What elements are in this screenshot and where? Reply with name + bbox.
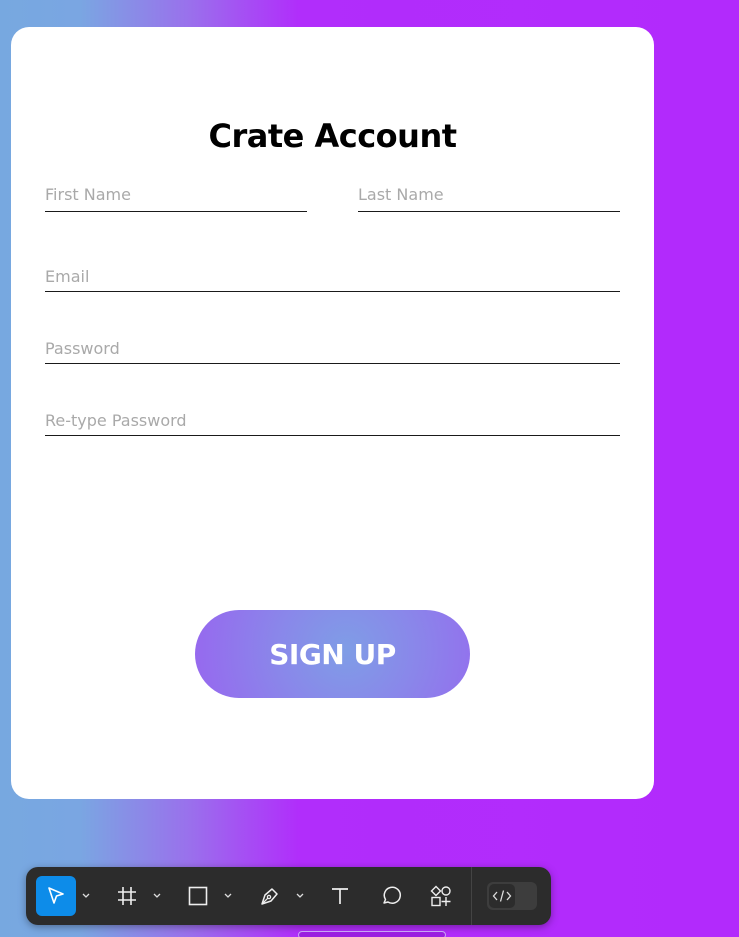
home-indicator (298, 931, 446, 937)
first-name-field[interactable] (45, 182, 307, 206)
move-icon (48, 887, 64, 904)
comment-icon (383, 886, 401, 904)
frame-tool-button[interactable] (107, 876, 147, 916)
actions-icon (430, 885, 451, 907)
text-tool-button[interactable] (320, 876, 360, 916)
last-name-underline (358, 211, 620, 212)
dev-mode-toggle[interactable] (487, 882, 537, 910)
email-field[interactable] (45, 264, 620, 288)
actions-tool-button[interactable] (421, 876, 461, 916)
chevron-down-icon (82, 893, 90, 898)
chevron-down-icon (153, 893, 161, 898)
move-tool-dropdown[interactable] (79, 876, 93, 916)
move-tool-button[interactable] (36, 876, 76, 916)
toolbar-divider (471, 867, 472, 925)
code-icon (492, 890, 512, 902)
frame-icon (118, 887, 136, 905)
retype-password-underline (45, 435, 620, 436)
retype-password-field[interactable] (45, 408, 620, 432)
text-icon (332, 888, 348, 904)
rectangle-tool-dropdown[interactable] (221, 876, 235, 916)
first-name-underline (45, 211, 307, 212)
comment-tool-button[interactable] (371, 876, 411, 916)
rectangle-tool-button[interactable] (178, 876, 218, 916)
design-toolbar (26, 867, 551, 925)
chevron-down-icon (224, 893, 232, 898)
page-title: Crate Account (208, 117, 457, 155)
chevron-down-icon (296, 893, 304, 898)
pen-tool-dropdown[interactable] (293, 876, 307, 916)
password-field[interactable] (45, 336, 620, 360)
rectangle-icon (188, 886, 208, 906)
pen-icon (261, 888, 278, 905)
email-underline (45, 291, 620, 292)
dev-mode-knob (489, 884, 515, 908)
signup-button[interactable]: SIGN UP (195, 610, 470, 698)
last-name-field[interactable] (358, 182, 620, 206)
password-underline (45, 363, 620, 364)
frame-tool-dropdown[interactable] (150, 876, 164, 916)
pen-tool-button[interactable] (250, 876, 290, 916)
